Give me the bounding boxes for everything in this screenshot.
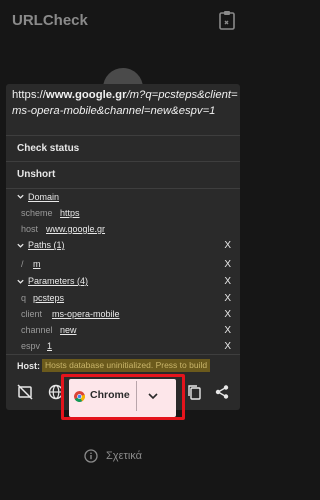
parameter-row: client ms-opera-mobile X <box>6 306 240 322</box>
parameter-row: q pcsteps X <box>6 290 240 306</box>
parameter-key: espv <box>21 341 41 351</box>
path-value-link[interactable]: m <box>33 259 41 269</box>
domain-value-link[interactable]: https <box>60 208 80 218</box>
build-hosts-database-button[interactable]: Hosts database uninitialized. Press to b… <box>42 359 211 372</box>
parameters-header-label: Parameters (4) <box>28 276 89 286</box>
domain-row-host: host www.google.gr <box>6 221 240 237</box>
app-bar: URLCheck <box>0 0 246 40</box>
path-row: / m X <box>6 256 240 272</box>
parameter-value-link[interactable]: 1 <box>47 341 52 351</box>
about-link[interactable]: Σχετικά <box>84 449 142 463</box>
clipboard-icon[interactable] <box>218 10 236 30</box>
remove-path-button[interactable]: X <box>224 259 231 270</box>
about-label: Σχετικά <box>106 450 142 462</box>
remove-parameters-button[interactable]: X <box>224 276 231 287</box>
chevron-down-icon <box>17 194 24 199</box>
path-key: / <box>21 259 24 269</box>
chevron-down-icon <box>17 243 24 248</box>
host-label: Host: <box>17 360 40 371</box>
remove-parameter-button[interactable]: X <box>224 325 231 336</box>
paths-header-label: Paths (1) <box>28 240 65 250</box>
share-icon[interactable] <box>214 384 230 400</box>
parameter-key: channel <box>21 325 53 335</box>
copy-icon[interactable] <box>186 384 202 400</box>
host-bar: Host: Hosts database uninitialized. Pres… <box>6 354 240 376</box>
parameter-value-link[interactable]: new <box>60 325 77 335</box>
remove-parameter-button[interactable]: X <box>224 293 231 304</box>
remove-paths-button[interactable]: X <box>224 240 231 251</box>
parameter-row: channel new X <box>6 322 240 338</box>
highlight-box <box>61 374 185 420</box>
remove-parameter-button[interactable]: X <box>224 341 231 352</box>
incognito-off-icon[interactable] <box>17 384 33 400</box>
info-icon <box>84 449 98 463</box>
parameter-key: q <box>21 293 27 303</box>
paths-section-header[interactable]: Paths (1) X <box>6 237 240 253</box>
url-text[interactable]: https://www.google.gr/m?q=pcsteps&client… <box>12 87 238 119</box>
url-check-dialog: https://www.google.gr/m?q=pcsteps&client… <box>6 84 240 410</box>
parameter-key: client <box>21 309 43 319</box>
check-status-button[interactable]: Check status <box>6 135 240 161</box>
domain-key: scheme <box>21 208 53 218</box>
parameter-row: espv 1 X <box>6 338 240 354</box>
domain-value-link[interactable]: www.google.gr <box>46 224 105 234</box>
app-title: URLCheck <box>12 11 88 29</box>
domain-key: host <box>21 224 39 234</box>
domain-row-scheme: scheme https <box>6 205 240 221</box>
domain-header-label: Domain <box>28 191 60 202</box>
domain-section-header[interactable]: Domain <box>6 188 240 204</box>
chevron-down-icon <box>17 279 24 284</box>
parameter-value-link[interactable]: pcsteps <box>33 293 64 303</box>
parameters-section-header[interactable]: Parameters (4) X <box>6 273 240 289</box>
parameter-value-link[interactable]: ms-opera-mobile <box>52 309 120 319</box>
unshort-button[interactable]: Unshort <box>6 161 240 187</box>
remove-parameter-button[interactable]: X <box>224 309 231 320</box>
